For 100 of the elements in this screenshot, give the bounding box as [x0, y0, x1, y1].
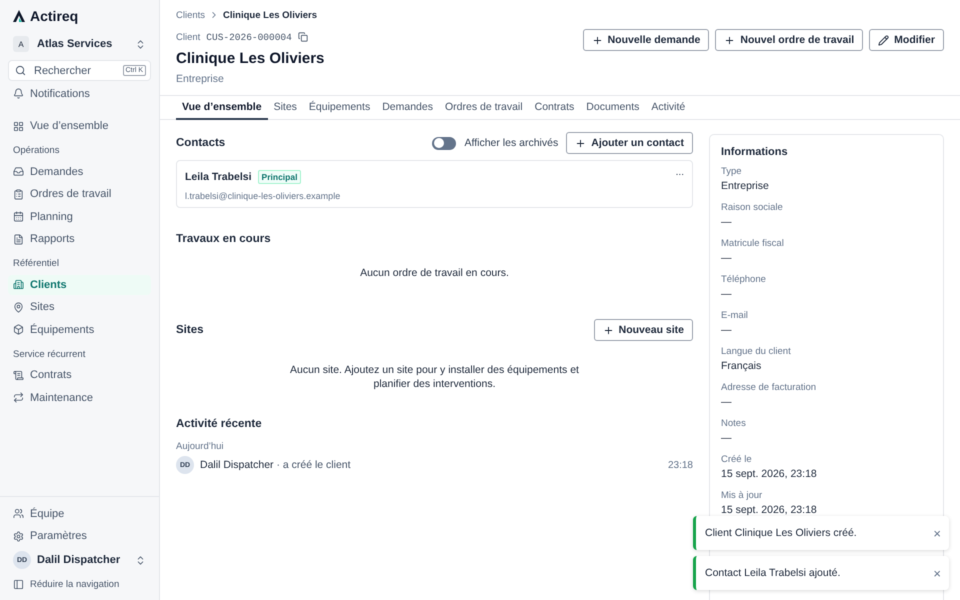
field-value: 15 sept. 2026, 23:18 [721, 468, 818, 482]
record-code: CUS-2026-000004 [206, 32, 292, 42]
section-title: Contacts [176, 137, 226, 149]
nav-item[interactable]: Équipe [8, 504, 151, 524]
repeat-icon [13, 392, 24, 403]
breadcrumb-current: Clinique Les Oliviers [223, 10, 318, 20]
nav-section-label: Opérations [12, 145, 60, 158]
nav-item[interactable]: Rapports [8, 229, 151, 249]
section-title: Activité récente [176, 418, 262, 430]
nav-item[interactable]: Paramètres [8, 526, 151, 546]
page-subtitle: Entreprise [176, 73, 225, 85]
day-label: Aujourd’hui [176, 441, 225, 452]
field-label: Langue du client [721, 346, 792, 358]
contact-name: Leila Trabelsi [185, 171, 252, 183]
field-label: Créé le [721, 454, 753, 466]
field-label: Type [721, 166, 743, 178]
nav-item[interactable]: Maintenance [8, 388, 151, 408]
nav-item[interactable]: Ordres de travail [8, 184, 151, 204]
nav-item[interactable]: Vue d’ensemble [8, 116, 151, 136]
field-value: 15 sept. 2026, 23:18 [721, 504, 818, 518]
empty-message: Aucun ordre de travail en cours. [359, 266, 510, 280]
field-value: — [721, 432, 732, 446]
field-label: Matricule fiscal [721, 238, 785, 250]
pencil-icon [878, 34, 890, 46]
close-button[interactable]: × [933, 566, 941, 580]
copy-icon[interactable] [298, 32, 308, 42]
plus-icon [575, 138, 586, 148]
field-label: E-mail [721, 310, 749, 322]
add-contact-button[interactable]: Ajouter un contact [566, 132, 693, 154]
nav-item[interactable]: Planning [8, 206, 151, 226]
close-button[interactable]: × [933, 526, 941, 540]
field-value: — [721, 288, 732, 302]
toast-message: Client Clinique Les Oliviers créé. [705, 527, 857, 539]
new-site-button[interactable]: Nouveau site [594, 319, 693, 341]
toast-message: Contact Leila Trabelsi ajouté. [705, 567, 840, 579]
bell-icon [13, 88, 24, 99]
nav-item[interactable]: Demandes [8, 162, 151, 182]
tab[interactable]: Demandes [376, 96, 439, 120]
empty-message: Aucun site. Ajoutez un site pour y installer des équipements et planifier des interventions. [289, 363, 580, 391]
activity-text: Dalil Dispatcher · a créé le client [200, 459, 352, 471]
nav-item[interactable]: Équipements [8, 320, 151, 340]
archive-toggle[interactable] [432, 136, 456, 150]
users-icon [13, 508, 24, 519]
workspace-avatar: A [13, 36, 29, 52]
building-icon [13, 279, 24, 290]
calendar-icon [13, 211, 24, 222]
search-input[interactable]: Rechercher [32, 64, 116, 78]
settings-icon [13, 530, 24, 542]
nav-item[interactable]: Clients [8, 274, 151, 294]
breadcrumb-link[interactable]: Clients [176, 10, 206, 20]
more-menu[interactable]: ... [676, 167, 684, 201]
tab[interactable]: Contrats [528, 96, 580, 120]
cube-icon [13, 324, 24, 335]
tab[interactable]: Documents [580, 96, 646, 120]
contact-email: l.trabelsi@clinique-les-oliviers.example [185, 191, 340, 201]
chevron-updown-icon [135, 554, 146, 566]
workspace-name[interactable]: Atlas Services [37, 38, 127, 50]
action-button[interactable]: Nouvel ordre de travail [715, 29, 864, 51]
tab[interactable]: Sites [268, 96, 303, 120]
clipboard-icon [13, 188, 24, 200]
panel-title: Informations [721, 146, 789, 158]
field-value: Français [721, 360, 762, 374]
nav-section-label: Référentiel [12, 258, 60, 271]
field-value: — [721, 216, 732, 230]
action-button[interactable]: Modifier [869, 29, 944, 51]
chevron-updown-icon [135, 38, 146, 50]
nav-item[interactable]: Sites [8, 297, 151, 317]
panel-icon [13, 578, 24, 590]
field-label: Notes [721, 418, 747, 430]
search-icon [15, 65, 26, 76]
field-label: Adresse de facturation [721, 382, 818, 394]
activity-time: 23:18 [668, 460, 693, 470]
tab[interactable]: Activité [645, 96, 692, 120]
inbox-icon [13, 166, 24, 177]
plus-icon [592, 34, 603, 46]
document-icon [13, 234, 24, 244]
user-name[interactable]: Dalil Dispatcher [37, 554, 129, 566]
nav-item[interactable]: Notifications [8, 84, 151, 104]
collapse-nav-link[interactable]: Réduire la navigation [8, 574, 151, 594]
field-label: Raison sociale [721, 202, 784, 214]
tab[interactable]: Vue d’ensemble [176, 96, 268, 120]
field-value: — [721, 396, 732, 410]
action-button[interactable]: Nouvelle demande [582, 29, 710, 51]
section-title: Sites [176, 324, 204, 336]
plus-icon [602, 324, 614, 336]
nav-section-label: Service récurrent [12, 348, 86, 362]
grid-icon [13, 120, 24, 132]
field-label: Téléphone [721, 274, 767, 286]
field-value: Entreprise [721, 180, 770, 194]
brand-name: Actireq [30, 8, 78, 24]
record-type-label: Client [176, 32, 200, 42]
tab[interactable]: Équipements [302, 96, 376, 120]
primary-badge: Principal [258, 170, 302, 184]
page-title: Clinique Les Oliviers [176, 50, 324, 67]
nav-item[interactable]: Contrats [8, 365, 151, 385]
field-label: Mis à jour [721, 490, 764, 502]
field-value: — [721, 324, 732, 338]
map-pin-icon [13, 302, 24, 312]
section-title: Travaux en cours [176, 233, 271, 245]
tab[interactable]: Ordres de travail [438, 96, 529, 120]
